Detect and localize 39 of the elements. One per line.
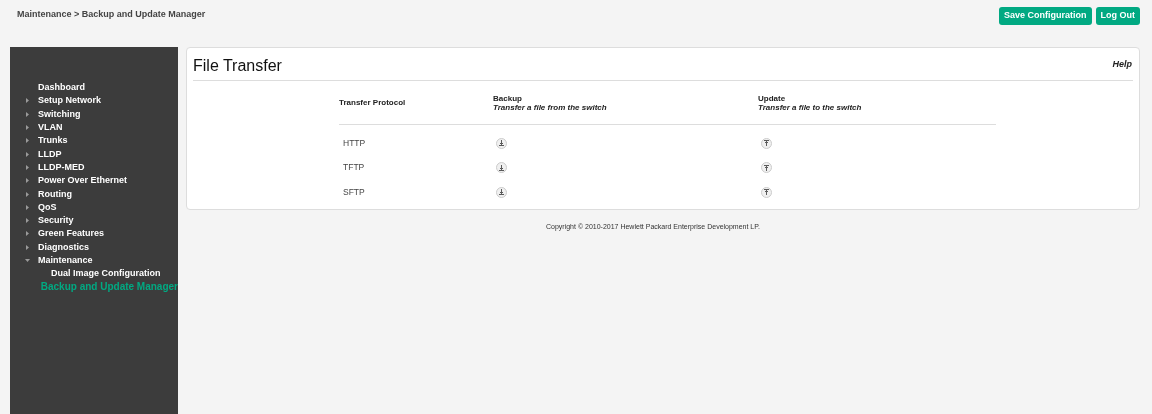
download-button[interactable] — [496, 162, 507, 174]
sidebar-item[interactable]: Trunks — [38, 136, 68, 146]
column-subtitle: Transfer a file to the switch — [758, 102, 863, 112]
upload-button[interactable] — [761, 137, 772, 149]
column-header: Transfer Protocol — [339, 98, 407, 107]
sidebar-item[interactable]: Security — [38, 216, 74, 226]
upload-icon — [764, 189, 769, 196]
help-link[interactable]: Help — [1112, 57, 1132, 71]
upload-button[interactable] — [761, 162, 772, 174]
breadcrumb: Maintenance > Backup and Update Manager — [17, 8, 206, 21]
download-button[interactable] — [496, 186, 507, 198]
column-header: Update — [758, 93, 786, 103]
sidebar-item[interactable]: Routing — [38, 189, 72, 199]
download-button[interactable] — [496, 137, 507, 149]
sidebar-item[interactable]: Switching — [38, 109, 81, 119]
sidebar-item[interactable]: LLDP-MED — [38, 162, 85, 172]
sidebar-item[interactable]: VLAN — [38, 123, 63, 133]
sidebar-item[interactable]: LLDP — [38, 149, 62, 159]
sidebar-item[interactable]: Dashboard — [38, 83, 85, 93]
sidebar-item[interactable]: Dual Image Configuration — [51, 269, 161, 279]
column-subtitle: Transfer a file from the switch — [493, 102, 608, 112]
download-icon — [499, 140, 504, 147]
upload-button[interactable] — [761, 186, 772, 198]
sidebar-item[interactable]: QoS — [38, 202, 57, 212]
download-icon — [499, 164, 504, 171]
sidebar-item[interactable]: Diagnostics — [38, 242, 89, 252]
sidebar-item[interactable]: Green Features — [38, 229, 105, 239]
upload-icon — [764, 164, 769, 171]
panel-title: File Transfer — [193, 58, 282, 74]
upload-icon — [764, 140, 769, 147]
sidebar-item[interactable]: Maintenance — [38, 256, 93, 265]
download-icon — [499, 189, 504, 196]
protocol-cell-text: TFTP — [342, 161, 366, 175]
column-header: Backup — [493, 93, 522, 103]
protocol-cell-text: SFTP — [342, 185, 366, 199]
sidebar-item[interactable]: Setup Network — [38, 96, 101, 106]
protocol-cell-text: HTTP — [342, 136, 367, 150]
sidebar-item[interactable]: Power Over Ethernet — [38, 176, 128, 186]
sidebar-item[interactable]: Backup and Update Manager — [40, 282, 178, 293]
